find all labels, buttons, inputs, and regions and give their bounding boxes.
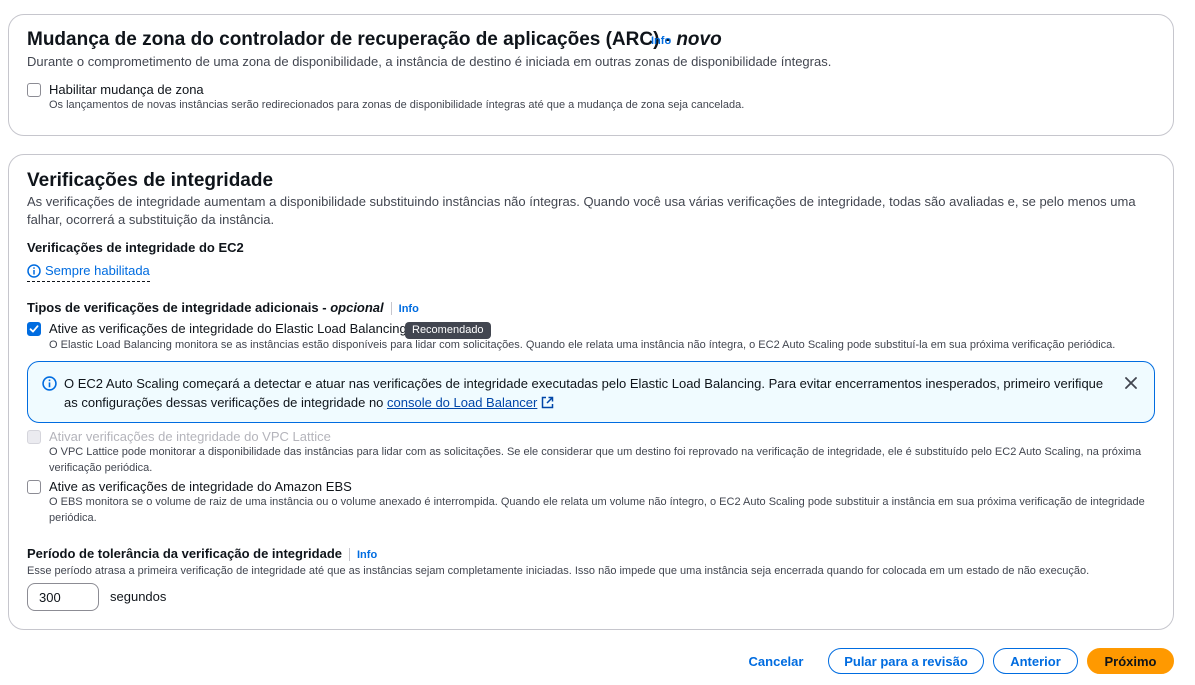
additional-health-check-label: Tipos de verificações de integridade adi… xyxy=(27,300,419,316)
grace-period-unit: segundos xyxy=(110,589,167,604)
arc-title-new: novo xyxy=(676,29,722,50)
info-circle-icon xyxy=(42,376,57,396)
arc-description: Durante o comprometimento de uma zona de… xyxy=(27,54,832,69)
optional-label: opcional xyxy=(330,300,384,315)
cancel-button[interactable]: Cancelar xyxy=(740,648,812,674)
arc-info-link[interactable]: Info xyxy=(651,35,671,47)
zonal-shift-checkbox[interactable] xyxy=(27,83,41,97)
elb-health-check-label[interactable]: Ative as verificações de integridade do … xyxy=(49,321,407,336)
ec2-health-check-label: Verificações de integridade do EC2 xyxy=(27,240,244,255)
alert-text: O EC2 Auto Scaling começará a detectar e… xyxy=(64,374,1104,414)
separator xyxy=(390,302,392,316)
health-checks-title: Verificações de integridade xyxy=(27,170,274,191)
skip-to-review-button[interactable]: Pular para a revisão xyxy=(828,648,984,674)
vpc-lattice-description: O VPC Lattice pode monitorar a disponibi… xyxy=(49,446,1142,474)
separator xyxy=(349,548,350,562)
close-icon[interactable] xyxy=(1125,376,1137,394)
elb-health-check-description: O Elastic Load Balancing monitora se as … xyxy=(49,339,1116,351)
ec2-status-text: Sempre habilitada xyxy=(45,263,150,278)
ebs-health-check-label[interactable]: Ative as verificações de integridade do … xyxy=(49,479,352,494)
next-button[interactable]: Próximo xyxy=(1087,648,1174,674)
vpc-lattice-label: Ativar verificações de integridade do VP… xyxy=(49,429,331,444)
arc-title: Mudança de zona do controlador de recupe… xyxy=(27,29,722,50)
grace-period-description: Esse período atrasa a primeira verificaç… xyxy=(27,565,1090,577)
info-circle-icon xyxy=(27,264,41,283)
zonal-shift-label[interactable]: Habilitar mudança de zona xyxy=(49,82,204,97)
ec2-always-enabled[interactable]: Sempre habilitada xyxy=(27,262,150,282)
grace-period-label: Período de tolerância da verificação de … xyxy=(27,546,378,562)
ebs-health-check-checkbox[interactable] xyxy=(27,480,41,494)
external-link-icon xyxy=(541,395,554,414)
previous-button[interactable]: Anterior xyxy=(993,648,1078,674)
zonal-shift-description: Os lançamentos de novas instâncias serão… xyxy=(49,99,745,111)
vpc-lattice-checkbox xyxy=(27,430,41,444)
elb-info-alert: O EC2 Auto Scaling começará a detectar e… xyxy=(27,361,1155,423)
load-balancer-console-link[interactable]: console do Load Balancer xyxy=(387,395,537,410)
elb-health-check-checkbox[interactable] xyxy=(27,322,41,336)
ebs-health-check-description: O EBS monitora se o volume de raiz de um… xyxy=(49,496,1145,524)
additional-info-link[interactable]: Info xyxy=(399,303,419,315)
grace-period-input[interactable] xyxy=(27,583,99,611)
checkmark-icon xyxy=(29,325,39,333)
health-checks-description: As verificações de integridade aumentam … xyxy=(27,194,1136,227)
grace-period-info-link[interactable]: Info xyxy=(357,549,377,561)
